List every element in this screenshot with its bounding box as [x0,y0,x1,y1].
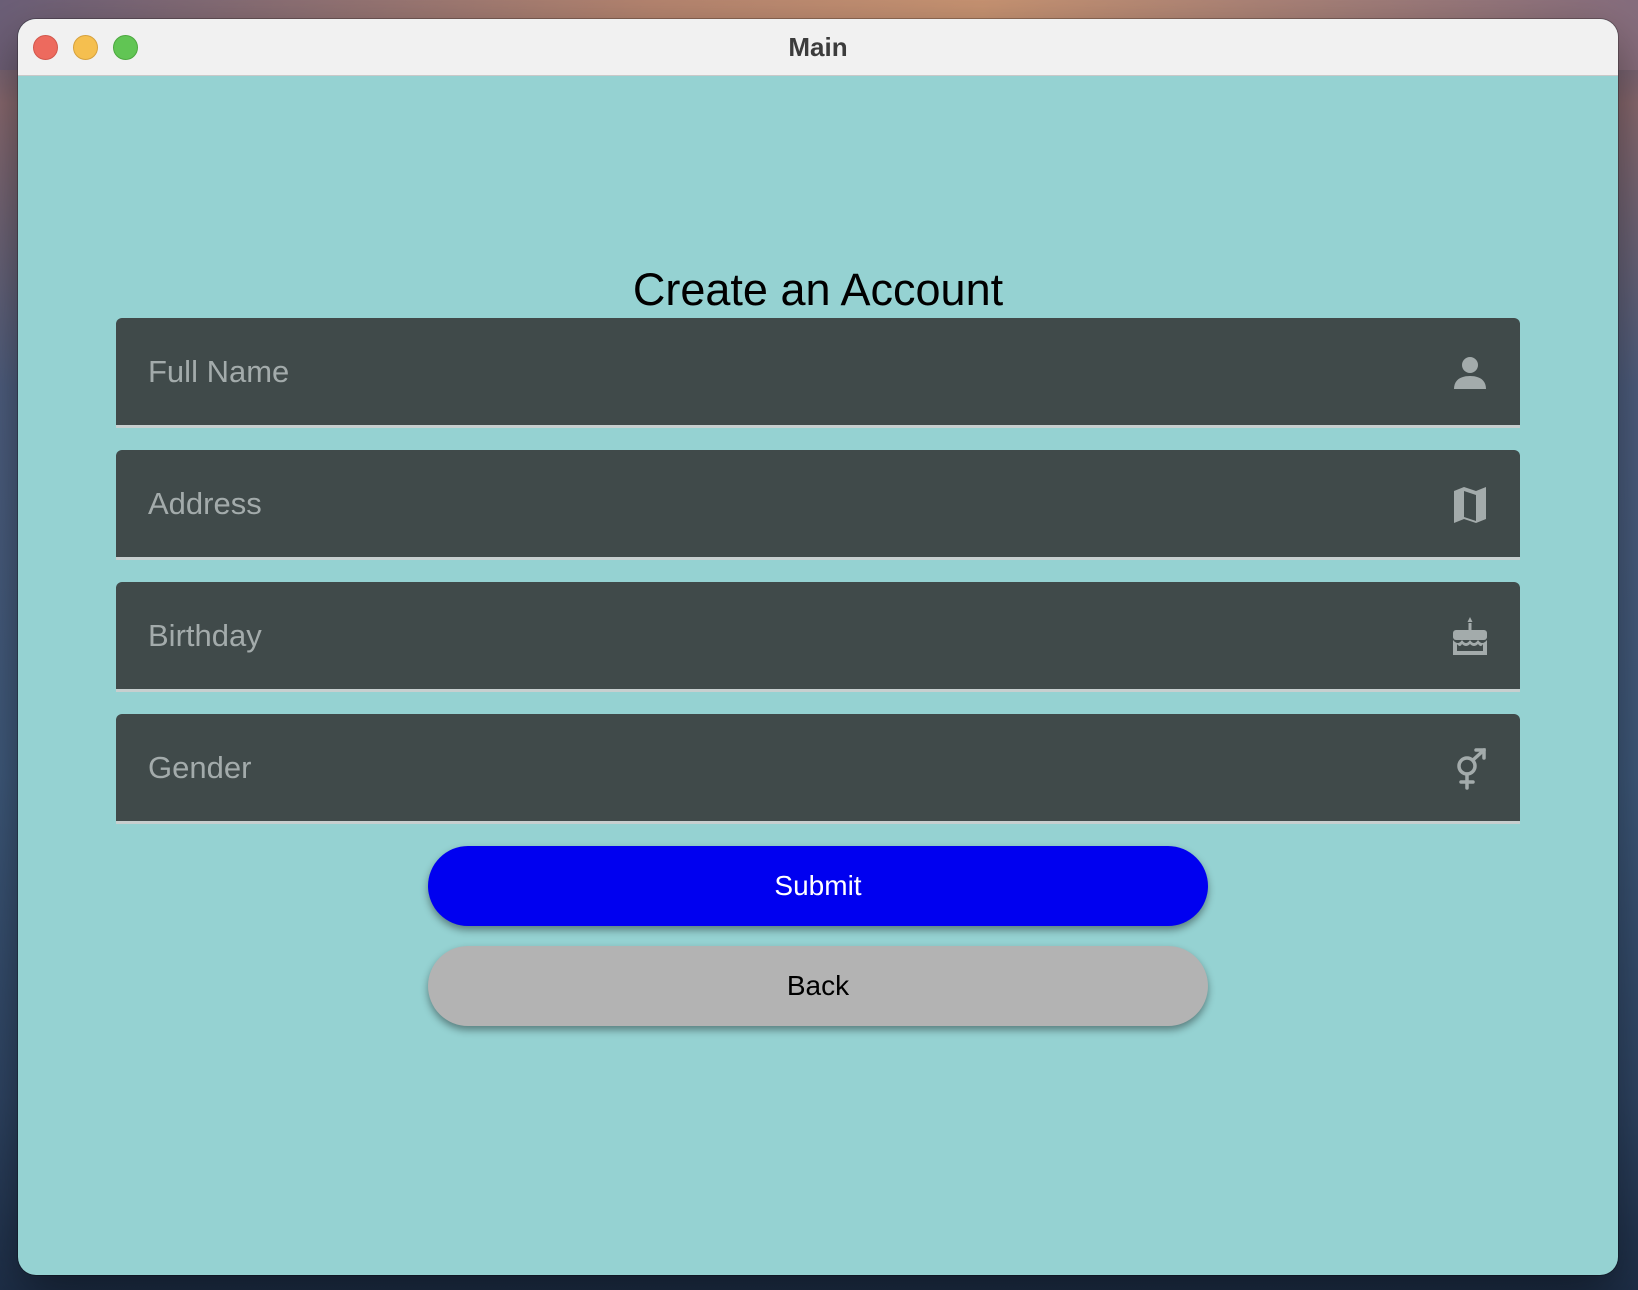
window-title: Main [788,32,848,62]
cake-icon [1448,615,1492,659]
page-title: Create an Account [632,264,1004,315]
birthday-field[interactable]: Birthday [116,582,1520,692]
person-icon [1448,351,1492,395]
gender-placeholder: Gender [148,750,252,785]
back-button[interactable]: Back [428,946,1208,1026]
title-bar[interactable]: Main [18,19,1618,76]
map-icon [1448,483,1492,527]
app-window: Main Create an Account Full Name Address… [18,19,1618,1275]
address-field[interactable]: Address [116,450,1520,560]
address-placeholder: Address [148,486,262,521]
gender-field[interactable]: Gender [116,714,1520,824]
full-name-placeholder: Full Name [148,354,290,389]
gender-icon [1448,747,1492,791]
full-name-field[interactable]: Full Name [116,318,1520,428]
submit-button[interactable]: Submit [428,846,1208,926]
birthday-placeholder: Birthday [148,618,262,653]
